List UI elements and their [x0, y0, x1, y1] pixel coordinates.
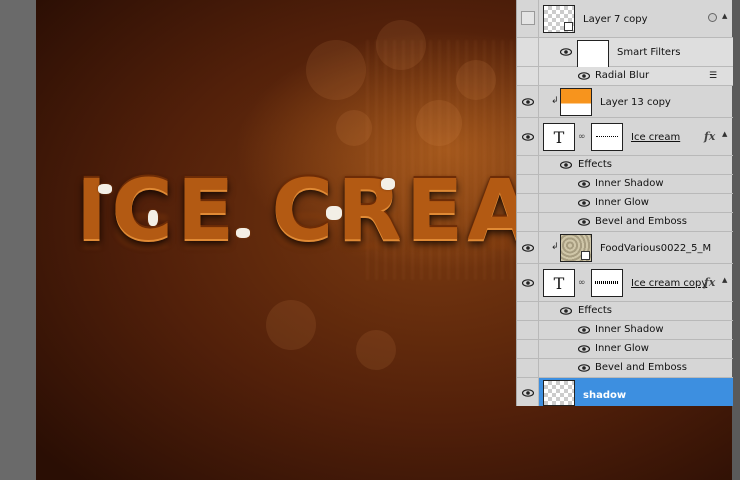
effect-name[interactable]: Inner Shadow — [595, 178, 664, 189]
effect-row[interactable]: Inner Glow — [517, 340, 733, 359]
bokeh-light — [266, 300, 316, 350]
effect-name[interactable]: Bevel and Emboss — [595, 362, 687, 373]
eye-icon[interactable] — [522, 133, 534, 141]
visibility-cell — [517, 359, 539, 377]
smart-filter-icon[interactable] — [708, 13, 717, 22]
layer-thumbnail[interactable] — [560, 88, 592, 116]
layer-name[interactable]: Layer 13 copy — [600, 97, 671, 108]
layers-panel: Layer 7 copy ▲ Smart Filters Radial Blur… — [516, 0, 733, 406]
eye-icon[interactable] — [578, 180, 590, 188]
smart-object-badge-icon — [581, 251, 590, 260]
collapse-chevron-icon[interactable]: ▲ — [722, 276, 727, 284]
radial-blur-row[interactable]: Radial Blur ☰ — [517, 67, 733, 86]
eye-icon[interactable] — [522, 279, 534, 287]
bokeh-light — [356, 330, 396, 370]
visibility-toggle[interactable] — [517, 232, 539, 263]
eye-icon[interactable] — [522, 98, 534, 106]
smart-filters-row[interactable]: Smart Filters — [517, 38, 733, 68]
clipping-arrow-icon: ↲ — [551, 242, 559, 252]
layer-mask-thumbnail[interactable] — [591, 123, 623, 151]
visibility-cell — [517, 340, 539, 358]
eye-icon[interactable] — [522, 244, 534, 252]
layer-name[interactable]: Ice cream copy — [631, 278, 707, 289]
cream-drip — [236, 228, 250, 238]
text-layer-thumbnail[interactable]: T — [543, 123, 575, 151]
effect-name[interactable]: Bevel and Emboss — [595, 216, 687, 227]
fx-icon[interactable]: fx — [704, 130, 715, 143]
layer-name[interactable]: Ice cream — [631, 132, 680, 143]
eye-icon[interactable] — [578, 72, 590, 80]
layer-row[interactable]: ↲ Layer 13 copy — [517, 86, 733, 118]
layer-name[interactable]: shadow — [583, 390, 626, 401]
effects-row[interactable]: Effects — [517, 302, 733, 321]
visibility-cell — [517, 321, 539, 339]
visibility-toggle[interactable] — [517, 264, 539, 301]
layer-name[interactable]: Smart Filters — [617, 47, 680, 58]
cream-drip — [326, 206, 342, 220]
layer-row[interactable]: T ∞ Ice cream copy fx ▲ — [517, 264, 733, 302]
effect-name[interactable]: Inner Glow — [595, 343, 649, 354]
visibility-empty-box[interactable] — [521, 11, 535, 25]
visibility-cell — [517, 194, 539, 212]
collapse-chevron-icon[interactable]: ▲ — [722, 130, 727, 138]
layer-row[interactable]: ↲ FoodVarious0022_5_M — [517, 232, 733, 264]
layer-mask-thumbnail[interactable] — [591, 269, 623, 297]
text-layer-thumbnail[interactable]: T — [543, 269, 575, 297]
effect-row[interactable]: Inner Glow — [517, 194, 733, 213]
layer-row[interactable]: T ∞ Ice cream fx ▲ — [517, 118, 733, 156]
effects-row[interactable]: Effects — [517, 156, 733, 175]
eye-icon[interactable] — [560, 161, 572, 169]
ice-cream-text: ICE CREA — [76, 161, 537, 259]
effects-label: Effects — [578, 305, 612, 316]
link-icon: ∞ — [578, 278, 586, 288]
effect-row[interactable]: Bevel and Emboss — [517, 213, 733, 232]
visibility-toggle[interactable] — [517, 378, 539, 406]
visibility-toggle[interactable] — [517, 86, 539, 117]
fx-icon[interactable]: fx — [704, 276, 715, 289]
cream-drip — [381, 178, 395, 190]
eye-icon[interactable] — [560, 307, 572, 315]
visibility-toggle[interactable] — [517, 0, 539, 37]
clipping-arrow-icon: ↲ — [551, 96, 559, 106]
layer-name[interactable]: Layer 7 copy — [583, 14, 647, 25]
layer-thumbnail[interactable] — [543, 380, 575, 406]
eye-icon[interactable] — [560, 48, 572, 56]
visibility-cell — [517, 175, 539, 193]
eye-icon[interactable] — [578, 364, 590, 372]
eye-icon[interactable] — [578, 199, 590, 207]
effect-name[interactable]: Inner Glow — [595, 197, 649, 208]
effects-label: Effects — [578, 159, 612, 170]
filter-mask-thumbnail[interactable] — [577, 40, 609, 68]
filter-options-icon[interactable]: ☰ — [709, 71, 717, 81]
filter-name[interactable]: Radial Blur — [595, 70, 649, 81]
cream-drip — [98, 184, 112, 194]
layer-name[interactable]: FoodVarious0022_5_M — [600, 243, 711, 254]
visibility-toggle[interactable] — [517, 118, 539, 155]
layer-thumbnail[interactable] — [543, 5, 575, 33]
visibility-cell — [517, 213, 539, 231]
visibility-cell — [517, 38, 539, 66]
layer-row-selected[interactable]: shadow — [517, 378, 733, 406]
mask-preview — [596, 136, 618, 137]
effect-row[interactable]: Bevel and Emboss — [517, 359, 733, 378]
smart-object-badge-icon — [564, 22, 573, 31]
mask-preview — [595, 281, 619, 284]
visibility-cell — [517, 67, 539, 85]
eye-icon[interactable] — [522, 389, 534, 397]
effect-name[interactable]: Inner Shadow — [595, 324, 664, 335]
panel-scroll-gutter — [732, 0, 740, 480]
cream-drip — [148, 210, 158, 226]
visibility-cell — [517, 302, 539, 320]
eye-icon[interactable] — [578, 218, 590, 226]
bokeh-light — [306, 40, 366, 100]
collapse-chevron-icon[interactable]: ▲ — [722, 12, 727, 20]
link-icon: ∞ — [578, 132, 586, 142]
eye-icon[interactable] — [578, 345, 590, 353]
eye-icon[interactable] — [578, 326, 590, 334]
visibility-cell — [517, 156, 539, 174]
effect-row[interactable]: Inner Shadow — [517, 321, 733, 340]
layer-thumbnail[interactable] — [560, 234, 592, 262]
effect-row[interactable]: Inner Shadow — [517, 175, 733, 194]
layer-row[interactable]: Layer 7 copy ▲ — [517, 0, 733, 38]
